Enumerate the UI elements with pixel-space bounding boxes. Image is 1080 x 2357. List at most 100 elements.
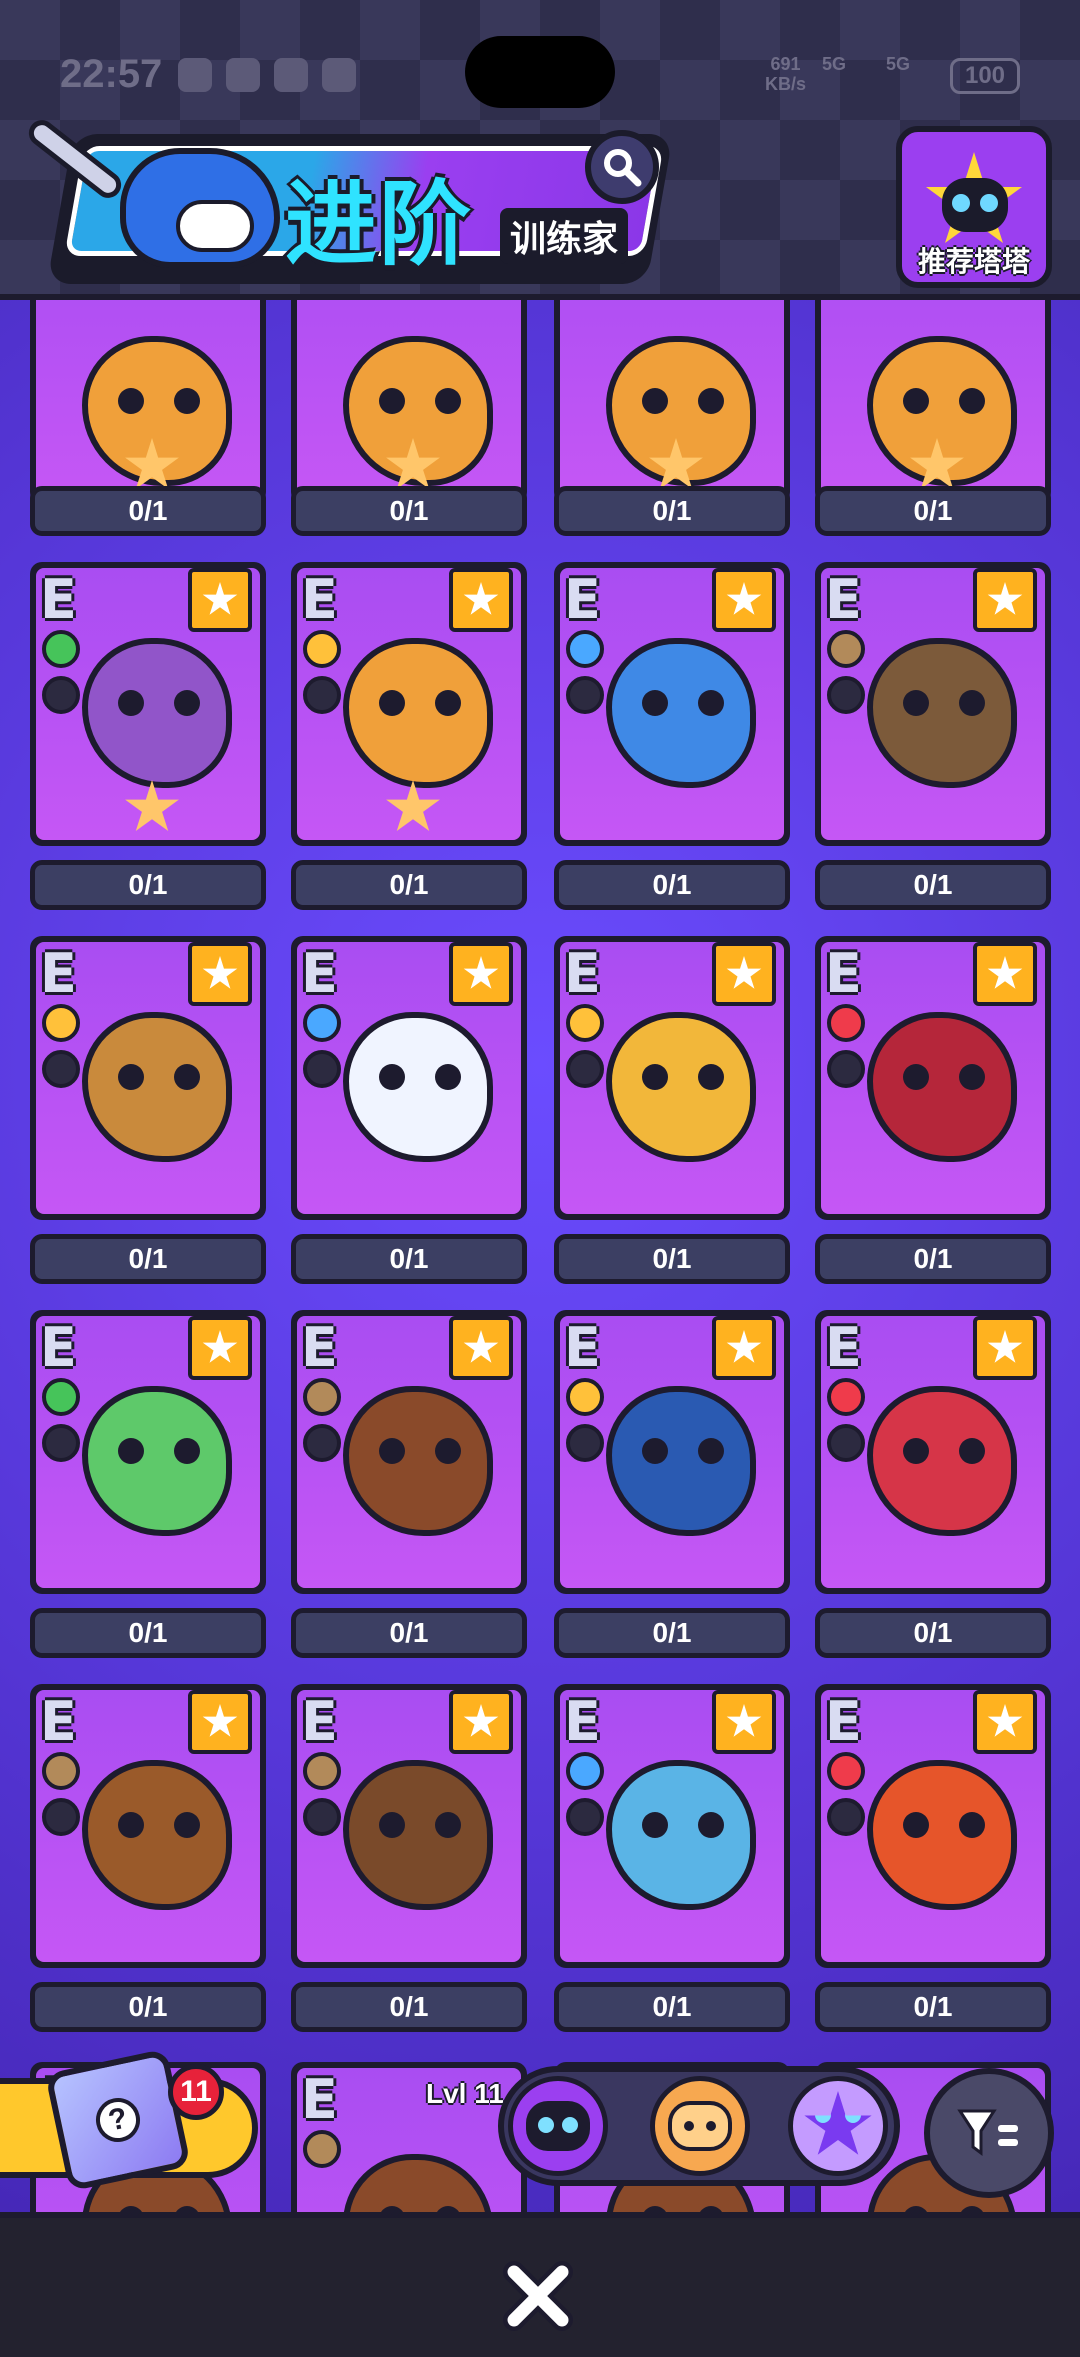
creature-card[interactable]: E (815, 936, 1051, 1220)
role-type-icon (42, 1050, 80, 1088)
favorite-star-icon[interactable] (188, 942, 252, 1006)
robot-face-icon (526, 2101, 590, 2151)
creature-card[interactable]: E (30, 936, 266, 1220)
creature-card[interactable]: E (30, 562, 266, 846)
mystery-box-icon: ? (44, 2048, 192, 2192)
creature-card[interactable]: E (291, 936, 527, 1220)
element-type-icon (42, 1378, 80, 1416)
tab-star[interactable] (788, 2076, 888, 2176)
collection-count: 0/1 (554, 1608, 790, 1658)
favorite-star-icon[interactable] (973, 568, 1037, 632)
creature-card[interactable]: E (815, 1310, 1051, 1594)
collection-count: 0/1 (554, 860, 790, 910)
favorite-star-icon[interactable] (449, 568, 513, 632)
role-type-icon (827, 1798, 865, 1836)
creature-card[interactable] (30, 300, 266, 504)
creature-portrait (606, 1386, 756, 1536)
favorite-star-icon[interactable] (973, 942, 1037, 1006)
mascot-icon (120, 148, 280, 268)
creature-card[interactable]: E (554, 1310, 790, 1594)
creature-card[interactable]: E (815, 1684, 1051, 1968)
favorite-star-icon[interactable] (188, 1316, 252, 1380)
close-icon (503, 2261, 573, 2331)
favorite-star-icon[interactable] (188, 1690, 252, 1754)
card-face: E (297, 568, 521, 840)
rank-letter: E (301, 942, 338, 1005)
creature-card[interactable]: E (291, 1310, 527, 1594)
creature-card[interactable]: E (815, 562, 1051, 846)
creature-card[interactable]: E (30, 1684, 266, 1968)
card-face: E (36, 1316, 260, 1588)
creature-card[interactable]: E (554, 1684, 790, 1968)
favorite-star-icon[interactable] (449, 942, 513, 1006)
favorite-star-icon[interactable] (712, 942, 776, 1006)
app-notification-icon (274, 58, 308, 92)
favorite-star-icon[interactable] (712, 568, 776, 632)
rank-letter: E (564, 1316, 601, 1379)
element-type-icon (566, 630, 604, 668)
creature-card[interactable] (554, 300, 790, 504)
rank-letter: E (301, 1690, 338, 1753)
favorite-star-icon[interactable] (188, 568, 252, 632)
favorite-star-icon[interactable] (712, 1316, 776, 1380)
search-button[interactable] (585, 130, 659, 204)
tab-pets[interactable] (650, 2076, 750, 2176)
element-type-icon (42, 630, 80, 668)
tab-tata[interactable] (508, 2076, 608, 2176)
favorite-star-icon[interactable] (449, 1316, 513, 1380)
recommend-tata-button[interactable]: 推荐塔塔 (896, 126, 1052, 288)
creature-card[interactable]: E (291, 562, 527, 846)
element-type-icon (827, 1752, 865, 1790)
role-type-icon (303, 1424, 341, 1462)
element-type-icon (303, 630, 341, 668)
card-face (36, 300, 260, 498)
collection-count: 0/1 (815, 1982, 1051, 2032)
role-type-icon (42, 676, 80, 714)
favorite-star-icon[interactable] (712, 1690, 776, 1754)
favorite-star-icon[interactable] (973, 1316, 1037, 1380)
page-header-banner: 进阶 训练家 (20, 114, 674, 288)
status-time: 22:57 (60, 52, 163, 96)
battery-indicator: 100 (950, 58, 1020, 94)
element-type-icon (42, 1752, 80, 1790)
app-notification-icon (226, 58, 260, 92)
creature-card[interactable]: E (30, 1310, 266, 1594)
creature-card[interactable] (291, 300, 527, 504)
card-face: E (297, 1316, 521, 1588)
close-button[interactable] (496, 2254, 580, 2338)
creature-card[interactable] (815, 300, 1051, 504)
favorite-star-icon[interactable] (449, 1690, 513, 1754)
cat-star-icon (804, 2091, 872, 2155)
creature-card[interactable]: E (554, 936, 790, 1220)
collection-count: 0/1 (554, 1982, 790, 2032)
creature-portrait (82, 638, 232, 788)
creature-portrait (606, 638, 756, 788)
role-type-icon (566, 1424, 604, 1462)
recommend-label: 推荐塔塔 (917, 246, 1030, 277)
element-type-icon (566, 1752, 604, 1790)
filter-button[interactable] (924, 2068, 1054, 2198)
card-face: E (36, 1690, 260, 1962)
creature-portrait (343, 1386, 493, 1536)
star-icon (386, 780, 440, 831)
role-type-icon (827, 1050, 865, 1088)
card-face: E (297, 942, 521, 1214)
creature-portrait (867, 1012, 1017, 1162)
app-notification-icon (322, 58, 356, 92)
network-speed: 691 KB/s (765, 54, 806, 94)
collection-count: 0/1 (291, 486, 527, 536)
collection-count: 0/1 (291, 860, 527, 910)
network-speed-unit: KB/s (765, 74, 807, 94)
mystery-box-button[interactable]: ? 11 (0, 2048, 262, 2192)
creature-card[interactable]: E (291, 1684, 527, 1968)
role-type-icon (303, 676, 341, 714)
favorite-star-icon[interactable] (973, 1690, 1037, 1754)
element-type-icon (42, 1004, 80, 1042)
element-type-icon (303, 1378, 341, 1416)
card-face (560, 300, 784, 498)
rank-letter: E (825, 568, 862, 631)
collection-count: 0/1 (30, 1234, 266, 1284)
card-face: E (821, 942, 1045, 1214)
creature-card[interactable]: E (554, 562, 790, 846)
card-face: E (297, 1690, 521, 1962)
